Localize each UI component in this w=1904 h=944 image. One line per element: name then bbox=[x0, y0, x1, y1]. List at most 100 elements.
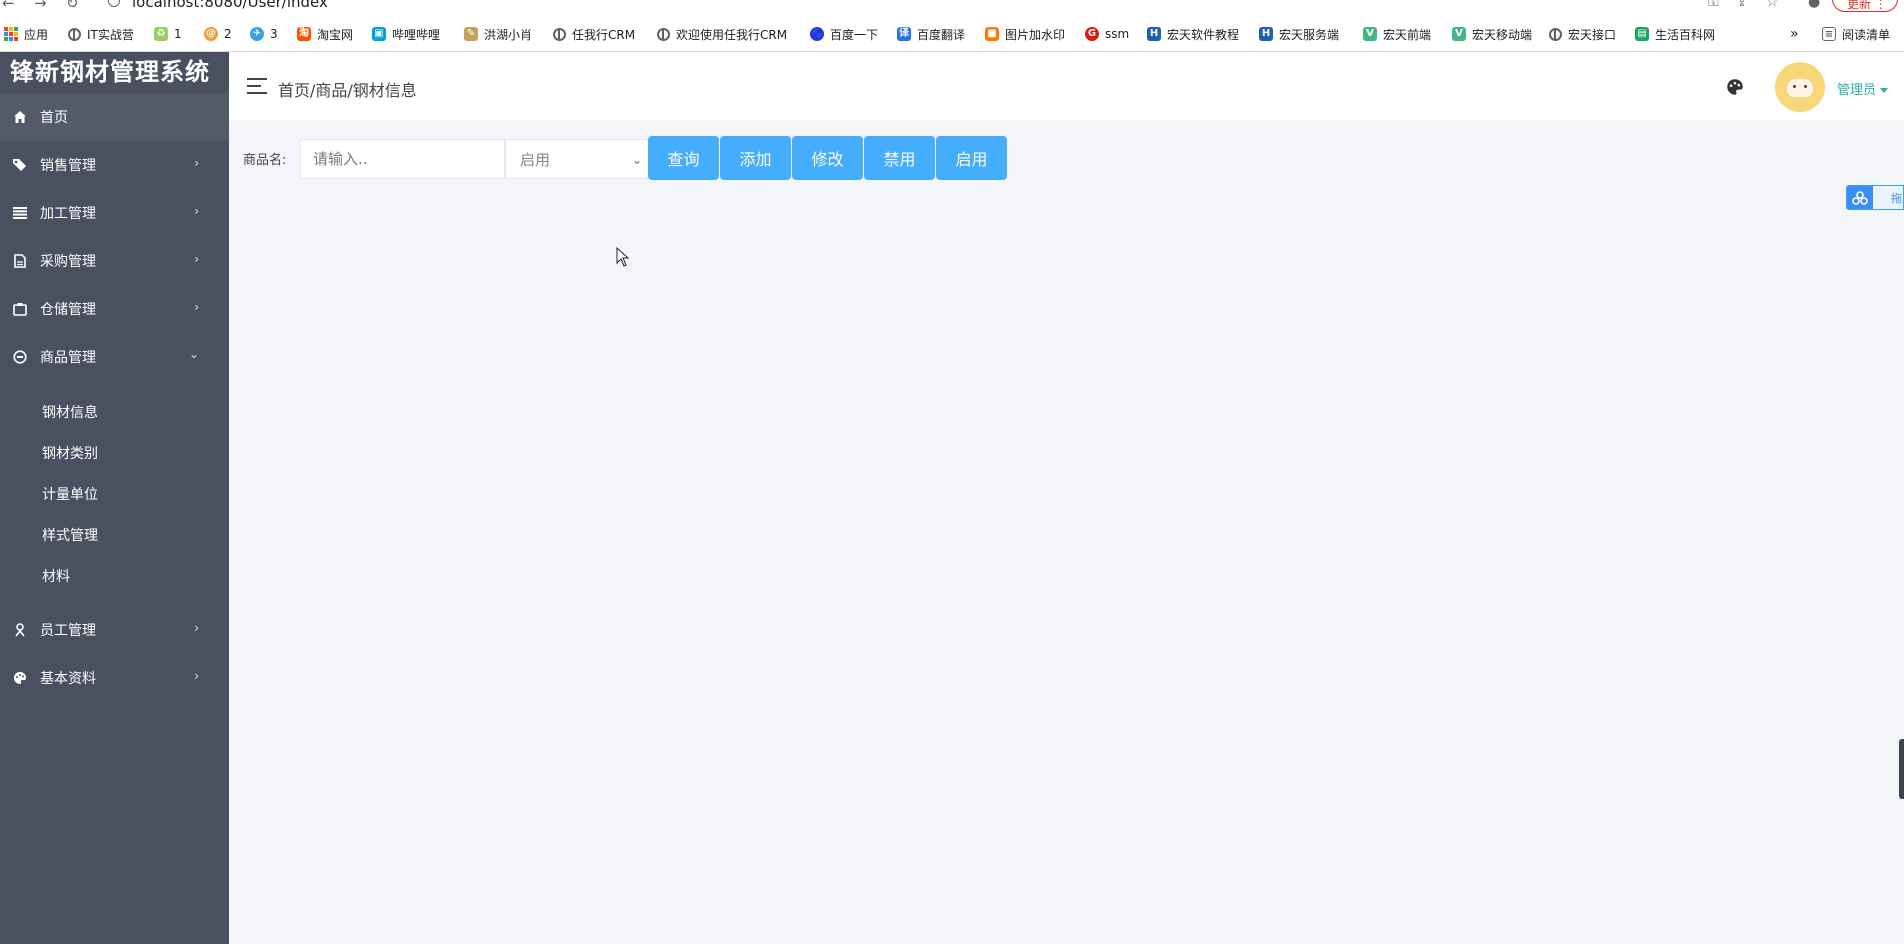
bookmark-baike[interactable]: ▤ 生活百科网 bbox=[1635, 26, 1715, 42]
edit-button[interactable]: 修改 bbox=[792, 136, 863, 180]
goods-submenu: 钢材信息 钢材类别 计量单位 样式管理 材料 bbox=[0, 381, 229, 606]
hongtian-icon: H bbox=[1147, 27, 1161, 41]
sidebar-item-goods[interactable]: 商品管理 ⌄ bbox=[0, 333, 229, 381]
sidebar-item-label: 首页 bbox=[40, 110, 68, 126]
menu-toggle-icon[interactable] bbox=[247, 78, 267, 94]
share-icon[interactable]: ⇪ bbox=[1736, 0, 1748, 10]
bookmark-baidu-translate[interactable]: 译百度翻译 bbox=[897, 26, 965, 42]
sidebar-item-purchase[interactable]: 采购管理 › bbox=[0, 237, 229, 285]
chevron-right-icon: › bbox=[194, 300, 199, 314]
bookmark-hongtian-tutorial[interactable]: H 宏天软件教程 bbox=[1147, 26, 1239, 42]
globe-icon bbox=[1549, 27, 1562, 41]
disable-button[interactable]: 禁用 bbox=[864, 136, 935, 180]
chevron-right-icon: › bbox=[194, 252, 199, 266]
chevron-down-icon: ⌄ bbox=[188, 347, 199, 361]
bookmark-crm[interactable]: 任我行CRM bbox=[553, 26, 635, 42]
caret-down-icon bbox=[1880, 88, 1889, 93]
reading-list[interactable]: ≡ 阅读清单 bbox=[1822, 26, 1890, 42]
reload-icon[interactable]: ↻ bbox=[66, 0, 79, 12]
update-button[interactable]: 更新 ⋮ bbox=[1832, 0, 1898, 12]
recycle-icon: ♻ bbox=[154, 27, 168, 41]
cloud-icon bbox=[1847, 186, 1873, 209]
theme-palette-icon[interactable] bbox=[1726, 78, 1744, 96]
bookmark-hongtian-server[interactable]: H 宏天服务端 bbox=[1259, 26, 1339, 42]
bookmark-it[interactable]: IT实战营 bbox=[68, 26, 134, 42]
clipboard-icon bbox=[12, 301, 28, 317]
profile-icon[interactable]: ● bbox=[1808, 0, 1820, 10]
bookmark-2[interactable]: @2 bbox=[204, 26, 232, 42]
bookmark-bilibili[interactable]: ▣ 哔哩哔哩 bbox=[372, 26, 440, 42]
url-text[interactable]: localhost:8080/User/index bbox=[132, 0, 328, 11]
sidebar-item-staff[interactable]: 员工管理 › bbox=[0, 606, 229, 654]
top-header: 首页/商品/钢材信息 管理员 bbox=[229, 52, 1904, 121]
submenu-item-style[interactable]: 样式管理 bbox=[0, 514, 229, 555]
enable-button[interactable]: 启用 bbox=[936, 136, 1007, 180]
avatar[interactable] bbox=[1775, 62, 1825, 112]
taobao-icon: 淘 bbox=[297, 27, 311, 41]
submenu-item-steel-category[interactable]: 钢材类别 bbox=[0, 432, 229, 473]
bookmark-hongtian-mobile[interactable]: V 宏天移动端 bbox=[1452, 26, 1532, 42]
chevron-right-icon: › bbox=[194, 156, 199, 170]
main-content: 商品名: 启用 ⌄ 查询 添加 修改 禁用 启用 bbox=[229, 121, 1904, 944]
breadcrumb: 首页/商品/钢材信息 bbox=[278, 81, 417, 100]
bookmark-watermark[interactable]: ■ 图片加水印 bbox=[985, 26, 1065, 42]
bookmark-3[interactable]: ✈ 3 bbox=[250, 26, 278, 42]
star-icon[interactable]: ☆ bbox=[1766, 0, 1779, 10]
apps-grid-icon bbox=[4, 27, 18, 41]
product-name-input[interactable] bbox=[300, 139, 505, 179]
bookmarks-bar: 应用 IT实战营 ♻ 1 @2 ✈ 3 淘淘宝网 ▣ 哔哩哔哩 ✎ 洪湖小肖 任我行CR… bbox=[0, 14, 1904, 52]
bookmarks-more-icon[interactable]: » bbox=[1790, 26, 1799, 42]
floating-helper-widget[interactable]: 拖 bbox=[1846, 185, 1904, 210]
sidebar-item-label: 仓储管理 bbox=[40, 302, 96, 318]
key-icon[interactable]: ⚿ bbox=[1708, 0, 1719, 10]
image-icon: ■ bbox=[985, 27, 999, 41]
document-icon bbox=[12, 253, 28, 269]
site-info-icon[interactable] bbox=[108, 0, 120, 7]
back-icon[interactable]: ← bbox=[2, 0, 15, 12]
sidebar-item-label: 加工管理 bbox=[40, 206, 96, 222]
product-name-label: 商品名: bbox=[243, 153, 287, 168]
chevron-right-icon: › bbox=[194, 621, 199, 635]
sidebar-item-sales[interactable]: 销售管理 › bbox=[0, 141, 229, 189]
vue-icon: V bbox=[1363, 27, 1377, 41]
widget-label: 拖 bbox=[1891, 192, 1902, 205]
bookmark-1[interactable]: ♻ 1 bbox=[154, 26, 182, 42]
user-menu[interactable]: 管理员 bbox=[1837, 79, 1889, 98]
palette-icon bbox=[12, 670, 28, 686]
query-button[interactable]: 查询 bbox=[648, 136, 719, 180]
sidebar-item-home[interactable]: 首页 bbox=[0, 93, 229, 141]
sidebar-item-warehouse[interactable]: 仓储管理 › bbox=[0, 285, 229, 333]
bilibili-icon: ▣ bbox=[372, 27, 386, 41]
edge-handle[interactable] bbox=[1899, 739, 1904, 799]
chevron-right-icon: › bbox=[194, 204, 199, 218]
browser-address-bar: ← → ↻ localhost:8080/User/index ⚿ ⇪ ☆ ● … bbox=[0, 0, 1904, 14]
submenu-item-unit[interactable]: 计量单位 bbox=[0, 473, 229, 514]
tags-icon bbox=[12, 157, 28, 173]
sidebar-item-label: 员工管理 bbox=[40, 623, 96, 639]
chevron-right-icon: › bbox=[194, 669, 199, 683]
bookmark-honghu[interactable]: ✎ 洪湖小肖 bbox=[464, 26, 532, 42]
sidebar: 锋新钢材管理系统 首页 销售管理 › 加工管理 › 采购管理 › 仓储管理 › bbox=[0, 52, 229, 944]
submenu-item-material[interactable]: 材料 bbox=[0, 555, 229, 596]
forward-icon[interactable]: → bbox=[34, 0, 47, 12]
status-select[interactable]: 启用 ⌄ bbox=[505, 139, 649, 179]
bookmark-hongtian-frontend[interactable]: V 宏天前端 bbox=[1363, 26, 1431, 42]
feather-icon: ✎ bbox=[464, 27, 478, 41]
hongtian-icon: H bbox=[1259, 27, 1273, 41]
vue-icon: V bbox=[1452, 27, 1466, 41]
bookmark-taobao[interactable]: 淘淘宝网 bbox=[297, 26, 353, 42]
reading-list-icon: ≡ bbox=[1822, 27, 1836, 41]
bookmark-crm-welcome[interactable]: 欢迎使用任我行CRM bbox=[657, 26, 787, 42]
bookmark-hongtian-api[interactable]: 宏天接口 bbox=[1549, 26, 1616, 42]
globe-icon bbox=[68, 27, 81, 41]
bookmark-baidu[interactable]: 🐾 百度一下 bbox=[810, 26, 878, 42]
globe-icon bbox=[657, 27, 670, 41]
bookmark-apps[interactable]: 应用 bbox=[4, 26, 48, 42]
bookmark-ssm[interactable]: Gssm bbox=[1085, 26, 1129, 42]
sidebar-item-processing[interactable]: 加工管理 › bbox=[0, 189, 229, 237]
add-button[interactable]: 添加 bbox=[720, 136, 791, 180]
sidebar-item-label: 采购管理 bbox=[40, 254, 96, 270]
submenu-item-steel-info[interactable]: 钢材信息 bbox=[0, 391, 229, 432]
home-icon bbox=[12, 109, 28, 125]
sidebar-item-basic-data[interactable]: 基本资料 › bbox=[0, 654, 229, 702]
